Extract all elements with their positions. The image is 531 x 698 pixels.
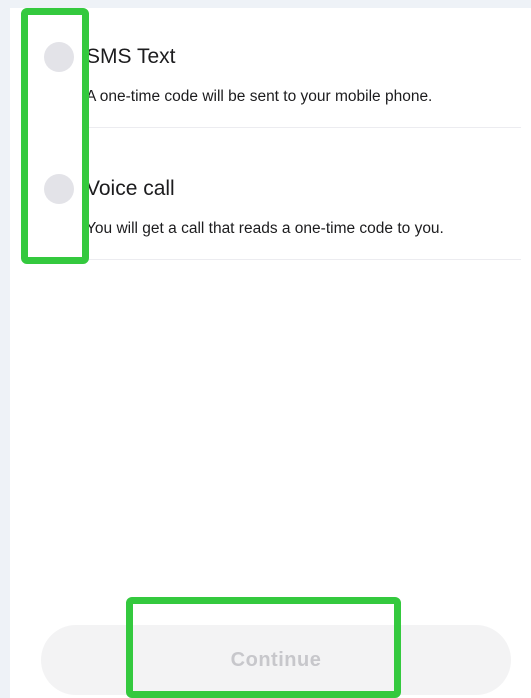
sms-radio-button[interactable]	[44, 42, 74, 72]
option-divider	[86, 127, 521, 128]
continue-button[interactable]: Continue	[41, 625, 511, 695]
sms-option-description: A one-time code will be sent to your mob…	[86, 88, 433, 105]
sms-option-title[interactable]: SMS Text	[86, 45, 175, 69]
voice-call-option-title[interactable]: Voice call	[86, 177, 175, 201]
option-divider	[86, 259, 521, 260]
voice-call-option-description: You will get a call that reads a one-tim…	[86, 220, 444, 237]
verification-method-screen: SMS Text A one-time code will be sent to…	[0, 0, 531, 698]
options-panel: SMS Text A one-time code will be sent to…	[10, 8, 531, 698]
voice-call-radio-button[interactable]	[44, 174, 74, 204]
